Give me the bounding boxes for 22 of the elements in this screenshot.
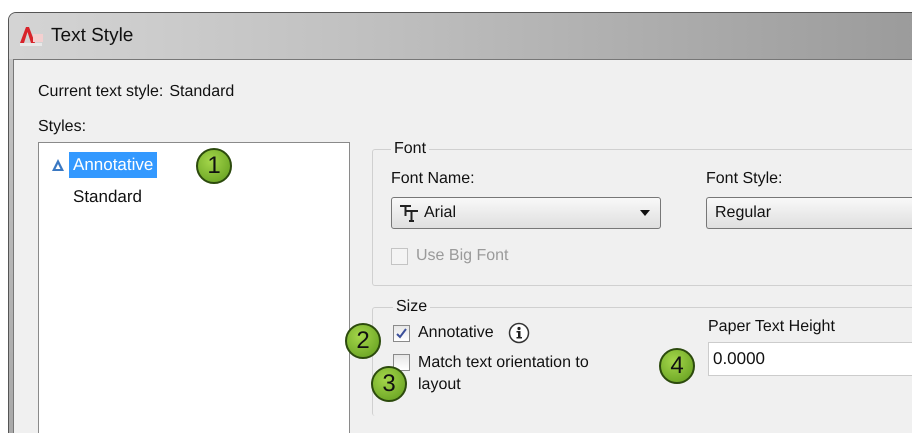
window-title: Text Style <box>51 25 134 47</box>
current-style-value: Standard <box>169 83 234 101</box>
match-orientation-label: Match text orientation to layout <box>418 353 590 395</box>
checkbox[interactable] <box>393 324 410 342</box>
annotative-label: Annotative <box>418 324 494 342</box>
size-group-label: Size <box>395 298 428 316</box>
use-big-font-label: Use Big Font <box>416 247 508 265</box>
app-logo-icon <box>19 25 43 47</box>
font-style-dropdown[interactable]: Regular <box>706 197 912 229</box>
truetype-icon <box>400 204 418 222</box>
style-list-item[interactable]: Standard <box>69 184 146 210</box>
paper-text-height-field[interactable]: 0.0000 <box>708 342 912 376</box>
checkbox[interactable] <box>393 354 410 371</box>
font-style-label: Font Style: <box>706 170 784 188</box>
font-group-label: Font <box>393 140 428 158</box>
info-icon[interactable] <box>508 322 530 344</box>
font-name-label: Font Name: <box>391 170 476 188</box>
caret-icon <box>640 210 650 216</box>
paper-text-height-label: Paper Text Height <box>708 318 836 336</box>
current-style-label: Current text style: <box>38 83 164 101</box>
font-name-dropdown[interactable]: Arial <box>391 197 661 229</box>
styles-label: Styles: <box>38 118 88 136</box>
